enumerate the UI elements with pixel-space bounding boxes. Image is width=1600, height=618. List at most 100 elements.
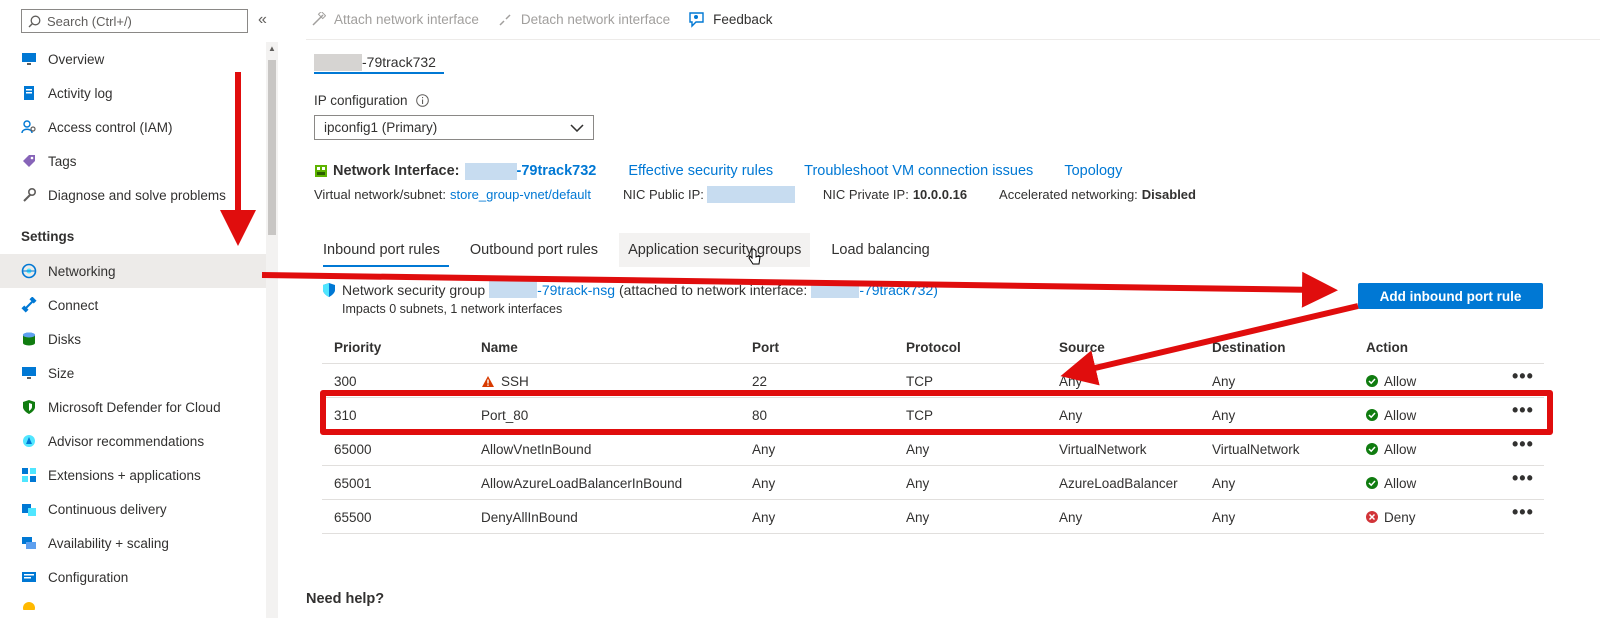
sidebar-item-label: Tags bbox=[48, 153, 77, 169]
tab-inbound-port-rules[interactable]: Inbound port rules bbox=[314, 233, 449, 267]
rule-priority: 65000 bbox=[334, 441, 372, 457]
sidebar-item-label: Advisor recommendations bbox=[48, 433, 205, 449]
nsg-attached-text: (attached to network interface: bbox=[618, 281, 808, 298]
tab-load-balancing[interactable]: Load balancing bbox=[822, 233, 938, 267]
sidebar-item-continuous-delivery[interactable]: Continuous delivery bbox=[0, 492, 266, 526]
rules-tabs: Inbound port rules Outbound port rules A… bbox=[314, 233, 951, 267]
rule-destination: VirtualNetwork bbox=[1212, 441, 1300, 457]
table-row[interactable]: 65001 AllowAzureLoadBalancerInBound Any … bbox=[322, 466, 1544, 500]
nsg-close-paren: ) bbox=[933, 281, 938, 298]
table-row[interactable]: 65500 DenyAllInBound Any Any Any Any Den… bbox=[322, 500, 1544, 534]
tab-outbound-port-rules[interactable]: Outbound port rules bbox=[461, 233, 607, 267]
nic-icon bbox=[315, 165, 327, 177]
sidebar-item-diagnose[interactable]: Diagnose and solve problems bbox=[0, 178, 266, 212]
column-header[interactable]: Protocol bbox=[906, 330, 961, 364]
accelerated-networking-label: Accelerated networking: bbox=[999, 187, 1138, 202]
rule-protocol: Any bbox=[906, 441, 930, 457]
rule-name: DenyAllInBound bbox=[481, 509, 578, 525]
rule-action: Allow bbox=[1366, 466, 1416, 500]
sidebar-item-networking[interactable]: Networking bbox=[0, 254, 266, 288]
nsg-impacts: Impacts 0 subnets, 1 network interfaces bbox=[342, 302, 563, 316]
sidebar-item-label: Microsoft Defender for Cloud bbox=[48, 399, 221, 415]
need-help-heading: Need help? bbox=[306, 591, 385, 607]
tab-application-security-groups[interactable]: Application security groups bbox=[619, 233, 811, 267]
connect-icon bbox=[21, 297, 37, 313]
sidebar-item-disks[interactable]: Disks bbox=[0, 322, 266, 356]
resource-menu: Search (Ctrl+/) « Overview Activity log … bbox=[0, 0, 268, 618]
rule-protocol: Any bbox=[906, 509, 930, 525]
sidebar-item-availability[interactable]: Availability + scaling bbox=[0, 526, 266, 560]
tab-label: Inbound port rules bbox=[323, 242, 440, 258]
table-row[interactable]: 65000 AllowVnetInBound Any Any VirtualNe… bbox=[322, 432, 1544, 466]
sidebar-item-overview[interactable]: Overview bbox=[0, 42, 266, 76]
sidebar-item-connect[interactable]: Connect bbox=[0, 288, 266, 322]
disks-icon bbox=[21, 331, 37, 347]
rule-name-text: SSH bbox=[501, 373, 529, 389]
troubleshoot-vm-connection-link[interactable]: Troubleshoot VM connection issues bbox=[804, 163, 1033, 179]
detach-label: Detach network interface bbox=[520, 12, 671, 27]
redacted-name bbox=[811, 281, 860, 298]
nic-name-link[interactable]: -79track732 bbox=[517, 163, 597, 179]
column-header[interactable]: Destination bbox=[1212, 330, 1286, 364]
search-input[interactable]: Search (Ctrl+/) bbox=[21, 9, 248, 33]
feedback-button[interactable]: Feedback bbox=[688, 11, 772, 28]
add-inbound-port-rule-button[interactable]: Add inbound port rule bbox=[1358, 283, 1543, 309]
sidebar-item-configuration[interactable]: Configuration bbox=[0, 560, 266, 594]
row-more-actions-button[interactable]: ••• bbox=[1512, 495, 1534, 529]
tag-icon bbox=[21, 153, 37, 169]
public-ip-label: NIC Public IP: bbox=[622, 187, 704, 202]
rule-protocol: Any bbox=[906, 475, 930, 491]
rule-port: Any bbox=[752, 475, 776, 491]
row-more-actions-button[interactable]: ••• bbox=[1512, 359, 1534, 393]
sidebar-item-activity-log[interactable]: Activity log bbox=[0, 76, 266, 110]
redacted-name bbox=[314, 53, 362, 71]
column-header[interactable]: Name bbox=[481, 330, 518, 364]
column-header[interactable]: Port bbox=[752, 330, 779, 364]
detach-network-interface-button[interactable]: Detach network interface bbox=[497, 12, 670, 28]
attach-label: Attach network interface bbox=[334, 12, 479, 27]
column-header[interactable]: Source bbox=[1059, 330, 1105, 364]
size-icon bbox=[21, 365, 37, 381]
sidebar-item-defender[interactable]: Microsoft Defender for Cloud bbox=[0, 390, 266, 424]
accelerated-networking-value: Disabled bbox=[1141, 187, 1196, 202]
settings-section-heading: Settings bbox=[21, 229, 75, 244]
sidebar-scroll-thumb[interactable] bbox=[268, 60, 276, 235]
rule-action-text: Allow bbox=[1384, 373, 1417, 389]
detach-icon bbox=[499, 13, 511, 26]
column-header[interactable]: Action bbox=[1366, 330, 1408, 364]
info-icon[interactable] bbox=[415, 94, 429, 107]
sidebar-item-advisor[interactable]: Advisor recommendations bbox=[0, 424, 266, 458]
rule-name: AllowVnetInBound bbox=[481, 441, 592, 457]
sidebar-item-label: Configuration bbox=[48, 569, 129, 585]
vnet-label: Virtual network/subnet: bbox=[314, 187, 446, 202]
redacted-name bbox=[489, 281, 538, 298]
ip-configuration-dropdown[interactable]: ipconfig1 (Primary) bbox=[314, 115, 594, 140]
attach-network-interface-button[interactable]: Attach network interface bbox=[310, 11, 479, 28]
column-header[interactable]: Priority bbox=[334, 330, 381, 364]
search-icon bbox=[28, 15, 41, 27]
allow-check-icon bbox=[1366, 375, 1378, 387]
sidebar-item-label: Continuous delivery bbox=[48, 501, 167, 517]
sidebar-item-label: Overview bbox=[48, 51, 105, 67]
topology-link[interactable]: Topology bbox=[1064, 163, 1122, 179]
sidebar-item-tags[interactable]: Tags bbox=[0, 144, 266, 178]
overview-icon bbox=[21, 51, 37, 67]
feedback-label: Feedback bbox=[713, 12, 773, 27]
collapse-menu-button[interactable]: « bbox=[258, 12, 267, 28]
sidebar-item-extensions[interactable]: Extensions + applications bbox=[0, 458, 266, 492]
mouse-cursor-icon bbox=[748, 248, 761, 265]
sidebar-item-label: Size bbox=[48, 365, 75, 381]
ip-config-label-text: IP configuration bbox=[314, 93, 408, 108]
vnet-subnet-link[interactable]: store_group-vnet/default bbox=[450, 187, 591, 202]
effective-security-rules-link[interactable]: Effective security rules bbox=[628, 163, 773, 179]
scroll-up-arrow[interactable]: ▲ bbox=[268, 44, 276, 53]
rule-action-text: Deny bbox=[1384, 509, 1416, 525]
nsg-name-link[interactable]: -79track-nsg bbox=[537, 282, 615, 298]
sidebar-item-size[interactable]: Size bbox=[0, 356, 266, 390]
nic-label: Network Interface: bbox=[333, 163, 460, 179]
sidebar-item-iam[interactable]: Access control (IAM) bbox=[0, 110, 266, 144]
row-more-actions-button[interactable]: ••• bbox=[1512, 461, 1534, 495]
nsg-nic-link[interactable]: -79track732 bbox=[859, 282, 933, 298]
iam-icon bbox=[21, 119, 37, 135]
redacted-name bbox=[464, 162, 517, 180]
